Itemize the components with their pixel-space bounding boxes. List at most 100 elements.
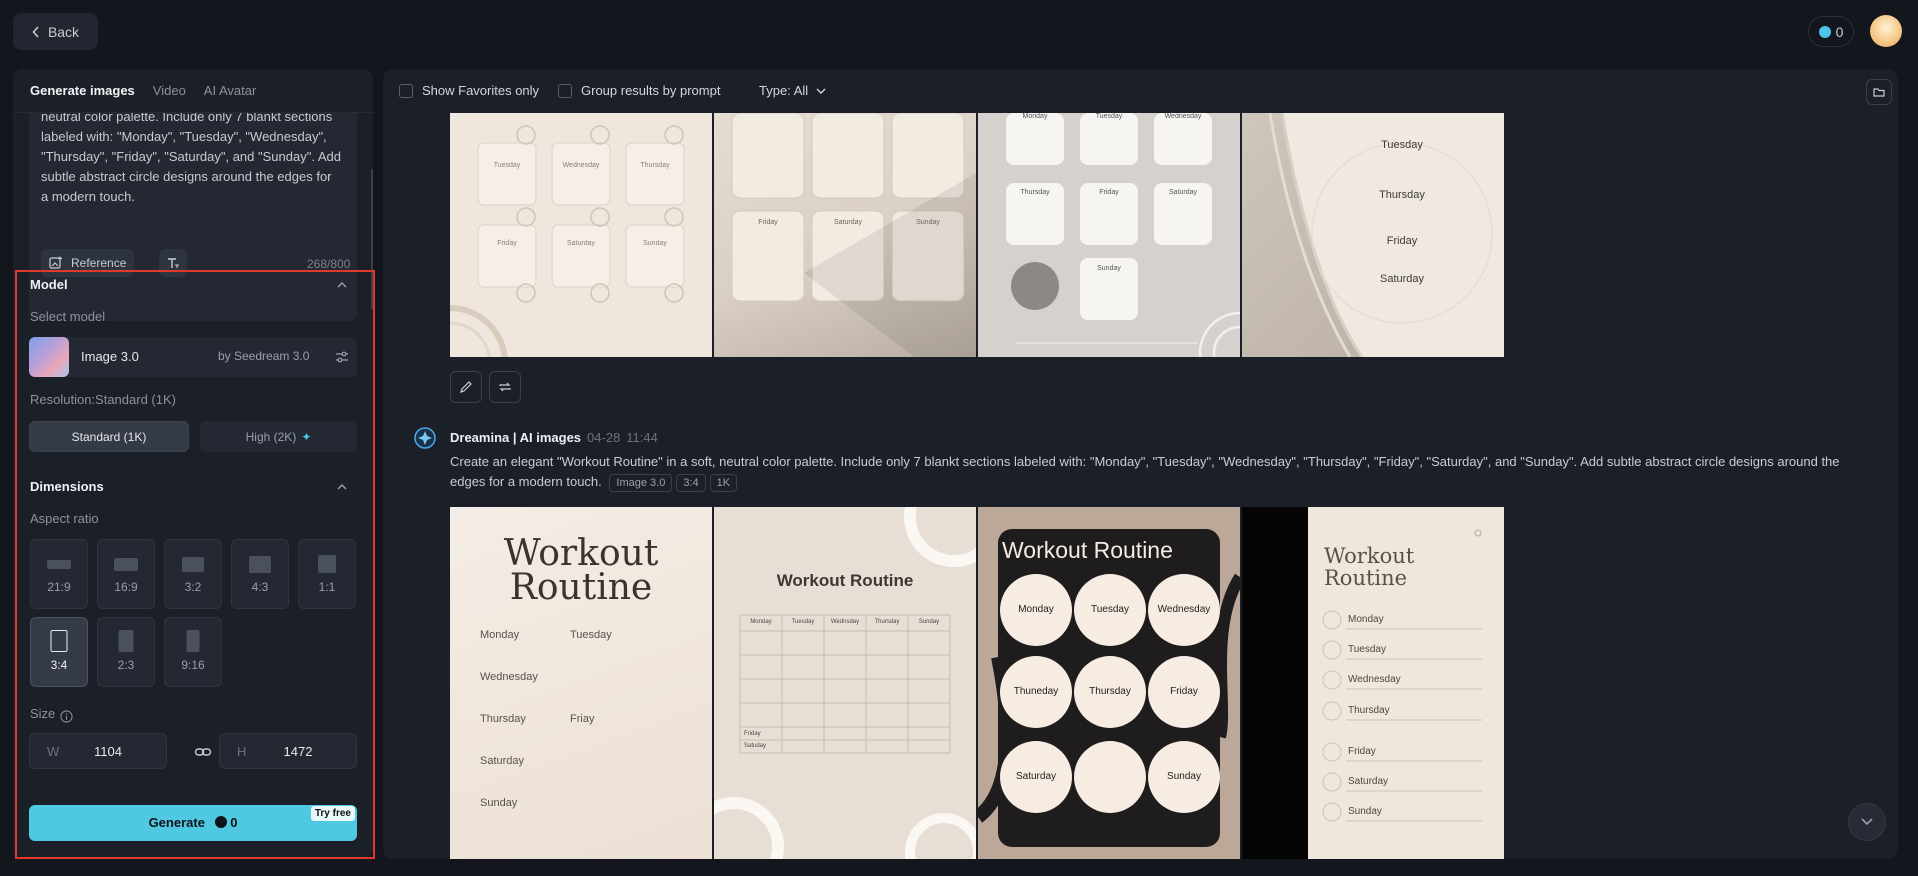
width-value[interactable]: 1104 bbox=[30, 744, 166, 759]
folder-button[interactable] bbox=[1866, 79, 1892, 105]
chevron-down-icon bbox=[816, 88, 826, 94]
aspect-4-3[interactable]: 4:3 bbox=[231, 539, 289, 609]
reference-button[interactable]: Reference bbox=[41, 249, 134, 277]
result-image[interactable]: Workout Routine Monday Tuesday Wednesday … bbox=[450, 507, 712, 859]
prompt-textarea[interactable]: neutral color palette. Include only 7 bl… bbox=[41, 109, 341, 207]
sparkle-icon: ✦ bbox=[301, 429, 312, 444]
tab-generate-images[interactable]: Generate images bbox=[30, 83, 135, 98]
aspect-label: 21:9 bbox=[47, 580, 71, 594]
day-label: Tuesday bbox=[1091, 604, 1129, 615]
day-label: Thursday bbox=[1379, 189, 1425, 201]
day-label: Friday bbox=[1099, 189, 1119, 196]
select-model-label: Select model bbox=[30, 309, 106, 324]
link-icon[interactable] bbox=[194, 743, 212, 761]
result-image[interactable]: Tuesday Thursday Friday Saturday bbox=[1242, 113, 1504, 357]
type-filter-label: Type: All bbox=[759, 83, 809, 98]
day-label: Wednesday bbox=[1348, 674, 1401, 685]
scroll-to-bottom-button[interactable] bbox=[1848, 803, 1886, 841]
height-field[interactable]: H 1472 bbox=[219, 733, 357, 769]
day-label: Sunday bbox=[480, 797, 518, 809]
sliders-icon[interactable] bbox=[334, 349, 350, 365]
group-results-label: Group results by prompt bbox=[581, 83, 721, 98]
resolution-label: Resolution:Standard (1K) bbox=[30, 392, 176, 407]
ratio-shape-icon bbox=[318, 555, 336, 573]
resolution-high-button[interactable]: High (2K) ✦ bbox=[200, 421, 357, 452]
title-line: Workout bbox=[1324, 544, 1415, 568]
result-image[interactable]: Monday Tuesday Wednesday Thursday Friday… bbox=[978, 113, 1240, 357]
aspect-3-2[interactable]: 3:2 bbox=[164, 539, 222, 609]
result-row-2: Workout Routine Monday Tuesday Wednesday … bbox=[450, 507, 1504, 859]
day-label: Sunday bbox=[1097, 265, 1121, 272]
day-label: Friday bbox=[1386, 235, 1418, 247]
day-label: Saturday bbox=[833, 219, 863, 226]
aspect-label: 3:4 bbox=[50, 658, 68, 672]
folder-icon bbox=[1873, 88, 1885, 97]
workout-title: Workout Routine bbox=[1324, 545, 1414, 589]
day-label: Tuesday bbox=[1095, 113, 1123, 120]
result-image[interactable]: Friday Saturday Sunday bbox=[714, 113, 976, 357]
aspect-1-1[interactable]: 1:1 bbox=[298, 539, 356, 609]
image-add-icon bbox=[49, 256, 62, 269]
height-value[interactable]: 1472 bbox=[220, 744, 356, 759]
day-label: Tuesday bbox=[570, 629, 612, 641]
day-label: Monday bbox=[1018, 604, 1054, 615]
model-provider: by Seedream 3.0 bbox=[218, 349, 310, 363]
chevron-up-icon[interactable] bbox=[335, 278, 349, 292]
title-line: Routine bbox=[509, 567, 653, 608]
ratio-shape-icon bbox=[182, 557, 204, 572]
text-style-button[interactable] bbox=[159, 249, 187, 277]
generation-date: 04-28 bbox=[587, 430, 621, 445]
info-icon[interactable] bbox=[60, 710, 73, 723]
aspect-16-9[interactable]: 16:9 bbox=[97, 539, 155, 609]
model-selector[interactable]: Image 3.0 by Seedream 3.0 bbox=[29, 337, 357, 377]
regenerate-button[interactable] bbox=[489, 371, 521, 403]
title-line: Routine bbox=[1324, 566, 1408, 590]
day-label: Wednesday bbox=[1157, 604, 1211, 615]
text-icon bbox=[168, 258, 179, 268]
tab-ai-avatar[interactable]: AI Avatar bbox=[204, 83, 257, 98]
show-favorites-checkbox[interactable] bbox=[399, 84, 413, 98]
aspect-2-3[interactable]: 2:3 bbox=[97, 617, 155, 687]
sidebar-scrollbar[interactable] bbox=[371, 169, 373, 309]
day-label: Monday bbox=[1348, 614, 1384, 625]
credit-coin-icon bbox=[1818, 25, 1831, 38]
prompt-editor[interactable]: neutral color palette. Include only 7 bl… bbox=[29, 109, 357, 321]
repeat-icon bbox=[499, 382, 511, 392]
result-image[interactable]: Workout Routine Monday Tuesday Wednesday … bbox=[1242, 507, 1504, 859]
mode-tabs: Generate images Video AI Avatar bbox=[13, 69, 373, 113]
reference-label: Reference bbox=[71, 256, 127, 270]
generation-time: 11:44 bbox=[626, 430, 658, 445]
user-avatar[interactable] bbox=[1870, 15, 1902, 47]
workout-title: Workout Routine bbox=[450, 536, 712, 608]
result-image[interactable]: Tuesday Wednesday Thursday Friday Saturd… bbox=[450, 113, 712, 357]
aspect-9-16[interactable]: 9:16 bbox=[164, 617, 222, 687]
day-label: Thursday bbox=[640, 162, 670, 169]
day-label: Friday bbox=[758, 219, 778, 226]
filter-bar: Show Favorites only Group results by pro… bbox=[383, 69, 1898, 113]
type-filter-dropdown[interactable]: Type: All bbox=[759, 83, 826, 98]
day-label: Friay bbox=[570, 713, 595, 725]
result-image[interactable]: Workout Routine Monday Tuesday Wednesday… bbox=[978, 507, 1240, 859]
credits-badge[interactable]: 0 bbox=[1808, 16, 1854, 47]
generate-button[interactable]: Generate 0 Try free bbox=[29, 805, 357, 841]
edit-button[interactable] bbox=[450, 371, 482, 403]
day-label: Tuesday bbox=[1348, 644, 1386, 655]
back-button[interactable]: Back bbox=[13, 13, 98, 50]
result-image[interactable]: Workout Routine Monday Tuesday Wednsday … bbox=[714, 507, 976, 859]
chevron-up-icon[interactable] bbox=[335, 480, 349, 494]
day-label: Saturday bbox=[1379, 273, 1425, 285]
chevron-left-icon bbox=[32, 25, 39, 38]
show-favorites-label: Show Favorites only bbox=[422, 83, 540, 98]
resolution-tag: 1K bbox=[709, 474, 738, 492]
day-label: Sunday bbox=[643, 240, 667, 247]
aspect-3-4[interactable]: 3:4 bbox=[30, 617, 88, 687]
column-header: Thursday bbox=[874, 619, 900, 625]
resolution-standard-button[interactable]: Standard (1K) bbox=[29, 421, 189, 452]
result-row-1: Tuesday Wednesday Thursday Friday Saturd… bbox=[450, 113, 1504, 357]
tab-video[interactable]: Video bbox=[153, 83, 186, 98]
width-field[interactable]: W 1104 bbox=[29, 733, 167, 769]
column-header: Monday bbox=[750, 619, 772, 625]
aspect-21-9[interactable]: 21:9 bbox=[30, 539, 88, 609]
group-results-checkbox[interactable] bbox=[558, 84, 572, 98]
top-bar: Back 0 bbox=[0, 0, 1918, 64]
